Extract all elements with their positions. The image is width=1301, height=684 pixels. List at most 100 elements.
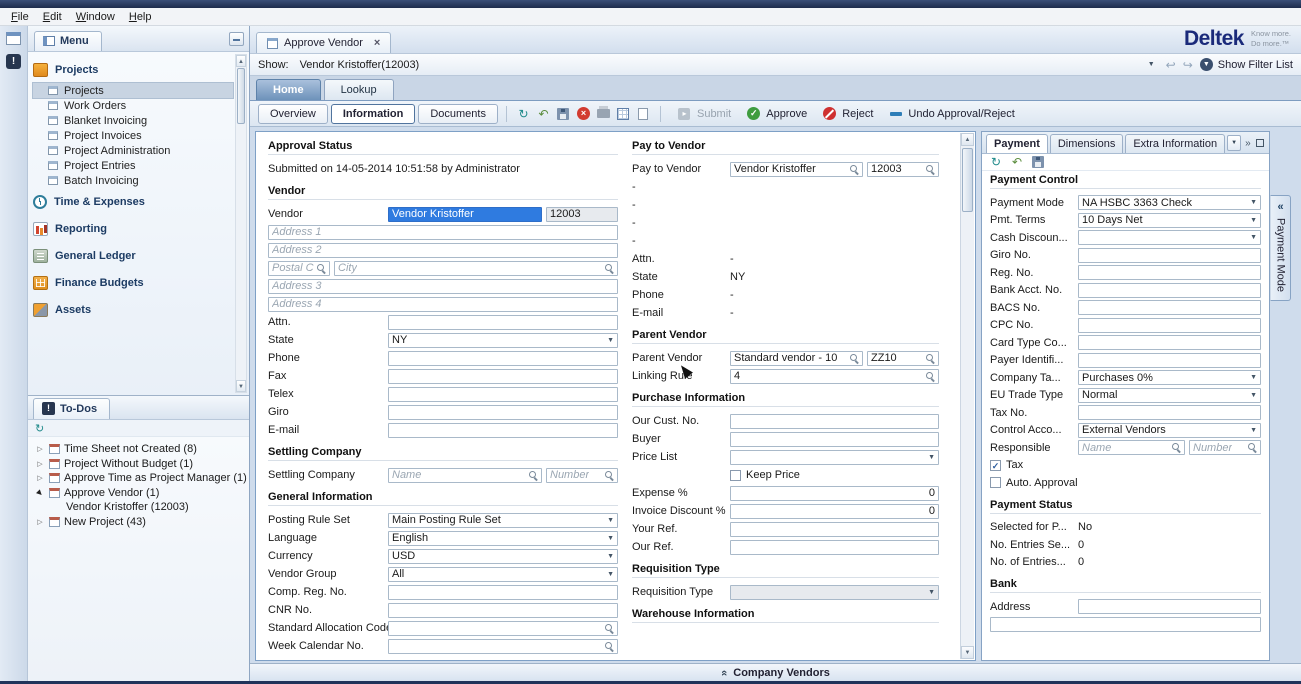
nav-group-reporting[interactable]: Reporting bbox=[33, 215, 233, 242]
text-field[interactable] bbox=[730, 540, 939, 555]
menu-tab[interactable]: Menu bbox=[34, 31, 102, 51]
tab-home[interactable]: Home bbox=[256, 79, 321, 100]
scroll-thumb[interactable] bbox=[962, 148, 973, 212]
lookup-field[interactable]: Postal Code bbox=[268, 261, 330, 276]
nav-group-assets[interactable]: Assets bbox=[33, 296, 233, 323]
collapsed-arrow-icon[interactable]: ▷ bbox=[35, 518, 45, 526]
nav-item-project-entries[interactable]: Project Entries bbox=[33, 158, 233, 173]
refresh-icon[interactable]: ↻ bbox=[989, 155, 1003, 169]
text-field[interactable] bbox=[1078, 265, 1261, 280]
dropdown-field[interactable]: All▼ bbox=[388, 567, 618, 582]
lookup-field[interactable]: Standard vendor - 10 bbox=[730, 351, 863, 366]
lookup-field[interactable]: ZZ10 bbox=[867, 351, 939, 366]
scroll-thumb[interactable] bbox=[237, 68, 245, 124]
text-field[interactable] bbox=[1078, 283, 1261, 298]
dropdown-field[interactable]: ▼ bbox=[730, 450, 939, 465]
text-field[interactable] bbox=[1078, 335, 1261, 350]
checkbox-checked-icon[interactable]: ✓ bbox=[990, 460, 1001, 471]
collapse-panel-icon[interactable]: « bbox=[1277, 201, 1283, 213]
lookup-field[interactable]: City bbox=[334, 261, 618, 276]
text-field[interactable] bbox=[1078, 405, 1261, 420]
text-field[interactable] bbox=[730, 432, 939, 447]
nav-group-general-ledger[interactable]: General Ledger bbox=[33, 242, 233, 269]
nav-group-finance-budgets[interactable]: Finance Budgets bbox=[33, 269, 233, 296]
nav-item-batch-invoicing[interactable]: Batch Invoicing bbox=[33, 173, 233, 188]
text-field[interactable] bbox=[388, 603, 618, 618]
submit-button[interactable]: ▸Submit bbox=[669, 103, 738, 124]
panel-tab-extra-information[interactable]: Extra Information bbox=[1125, 134, 1225, 153]
collapsed-arrow-icon[interactable]: ▷ bbox=[35, 460, 45, 468]
lookup-field[interactable]: Vendor Kristoffer bbox=[730, 162, 863, 177]
panel-tab-payment[interactable]: Payment bbox=[986, 134, 1048, 153]
company-vendors-bar[interactable]: « Company Vendors bbox=[250, 663, 1301, 681]
text-field[interactable] bbox=[388, 423, 618, 438]
text-field[interactable]: Address 1 bbox=[268, 225, 618, 240]
collapse-sidebar-button[interactable] bbox=[229, 32, 244, 46]
undo-approval-reject-button[interactable]: Undo Approval/Reject bbox=[880, 103, 1021, 124]
scroll-up-icon[interactable]: ▲ bbox=[961, 133, 974, 146]
expand-panel-icon[interactable]: » bbox=[1245, 138, 1251, 149]
scroll-down-icon[interactable]: ▼ bbox=[961, 646, 974, 659]
text-field[interactable] bbox=[1078, 353, 1261, 368]
show-filter-list-button[interactable]: ▼ Show Filter List bbox=[1200, 58, 1293, 71]
print-icon[interactable] bbox=[595, 105, 612, 122]
collapsed-arrow-icon[interactable]: ▷ bbox=[35, 474, 45, 482]
nav-item-blanket-invoicing[interactable]: Blanket Invoicing bbox=[33, 113, 233, 128]
dropdown-field[interactable]: USD▼ bbox=[388, 549, 618, 564]
lookup-field[interactable]: 4 bbox=[730, 369, 939, 384]
lookup-field[interactable] bbox=[388, 639, 618, 654]
text-field[interactable] bbox=[730, 414, 939, 429]
text-field[interactable]: Address 3 bbox=[268, 279, 618, 294]
menu-window[interactable]: Window bbox=[69, 10, 122, 24]
menu-file[interactable]: File bbox=[4, 10, 36, 24]
text-field[interactable] bbox=[388, 387, 618, 402]
more-tabs-dropdown[interactable]: ▼ bbox=[1227, 135, 1241, 151]
text-field[interactable] bbox=[1078, 248, 1261, 263]
checkbox-icon[interactable] bbox=[990, 477, 1001, 488]
workspace-window-icon[interactable] bbox=[6, 32, 21, 45]
lookup-field[interactable] bbox=[388, 621, 618, 636]
lookup-field[interactable]: Number bbox=[1189, 440, 1261, 455]
text-field[interactable] bbox=[1078, 318, 1261, 333]
todo-item-new-project-43[interactable]: ▷New Project (43) bbox=[35, 515, 247, 530]
lookup-field[interactable]: 12003 bbox=[867, 162, 939, 177]
todos-alert-icon[interactable]: ! bbox=[6, 54, 21, 69]
todo-item-time-sheet-not-created-8[interactable]: ▷Time Sheet not Created (8) bbox=[35, 442, 247, 457]
export-icon[interactable] bbox=[635, 105, 652, 122]
view-button-information[interactable]: Information bbox=[331, 104, 416, 124]
todos-tab[interactable]: ! To-Dos bbox=[33, 398, 110, 419]
refresh-icon[interactable]: ↻ bbox=[515, 105, 532, 122]
dropdown-field[interactable]: NY▼ bbox=[388, 333, 618, 348]
numeric-field[interactable]: 0 bbox=[730, 486, 939, 501]
scroll-down-icon[interactable]: ▼ bbox=[236, 380, 246, 392]
scroll-track[interactable] bbox=[236, 125, 246, 380]
save-icon[interactable] bbox=[1031, 155, 1045, 169]
revert-icon[interactable]: ↶ bbox=[535, 105, 552, 122]
scroll-up-icon[interactable]: ▲ bbox=[236, 55, 246, 67]
dropdown-field[interactable]: English▼ bbox=[388, 531, 618, 546]
back-icon[interactable]: ↩ bbox=[1166, 58, 1176, 72]
show-filter-dropdown[interactable]: Vendor Kristoffer(12003) ▼ bbox=[296, 56, 1159, 74]
document-tab-approve-vendor[interactable]: Approve Vendor × bbox=[256, 32, 391, 53]
grid-icon[interactable] bbox=[615, 105, 632, 122]
text-field[interactable] bbox=[1078, 300, 1261, 315]
text-field[interactable] bbox=[388, 351, 618, 366]
numeric-field[interactable]: 0 bbox=[730, 504, 939, 519]
text-field[interactable]: Vendor Kristoffer bbox=[388, 207, 542, 222]
approve-button[interactable]: ✓Approve bbox=[738, 103, 814, 124]
view-button-documents[interactable]: Documents bbox=[418, 104, 498, 124]
nav-item-project-administration[interactable]: Project Administration bbox=[33, 143, 233, 158]
text-field[interactable] bbox=[388, 405, 618, 420]
save-icon[interactable] bbox=[555, 105, 572, 122]
dropdown-field[interactable]: Main Posting Rule Set▼ bbox=[388, 513, 618, 528]
dropdown-field[interactable]: NA HSBC 3363 Check▼ bbox=[1078, 195, 1261, 210]
menu-tree-scrollbar[interactable]: ▲ ▼ bbox=[235, 54, 247, 393]
close-tab-icon[interactable]: × bbox=[374, 37, 380, 49]
lookup-field[interactable]: Name bbox=[1078, 440, 1185, 455]
reject-button[interactable]: Reject bbox=[814, 103, 880, 124]
todo-item-approve-vendor-1[interactable]: ▶Approve Vendor (1) bbox=[35, 486, 247, 501]
dropdown-field[interactable]: Normal▼ bbox=[1078, 388, 1261, 403]
delete-icon[interactable]: × bbox=[575, 105, 592, 122]
refresh-icon[interactable]: ↻ bbox=[35, 422, 44, 435]
text-field[interactable] bbox=[388, 369, 618, 384]
